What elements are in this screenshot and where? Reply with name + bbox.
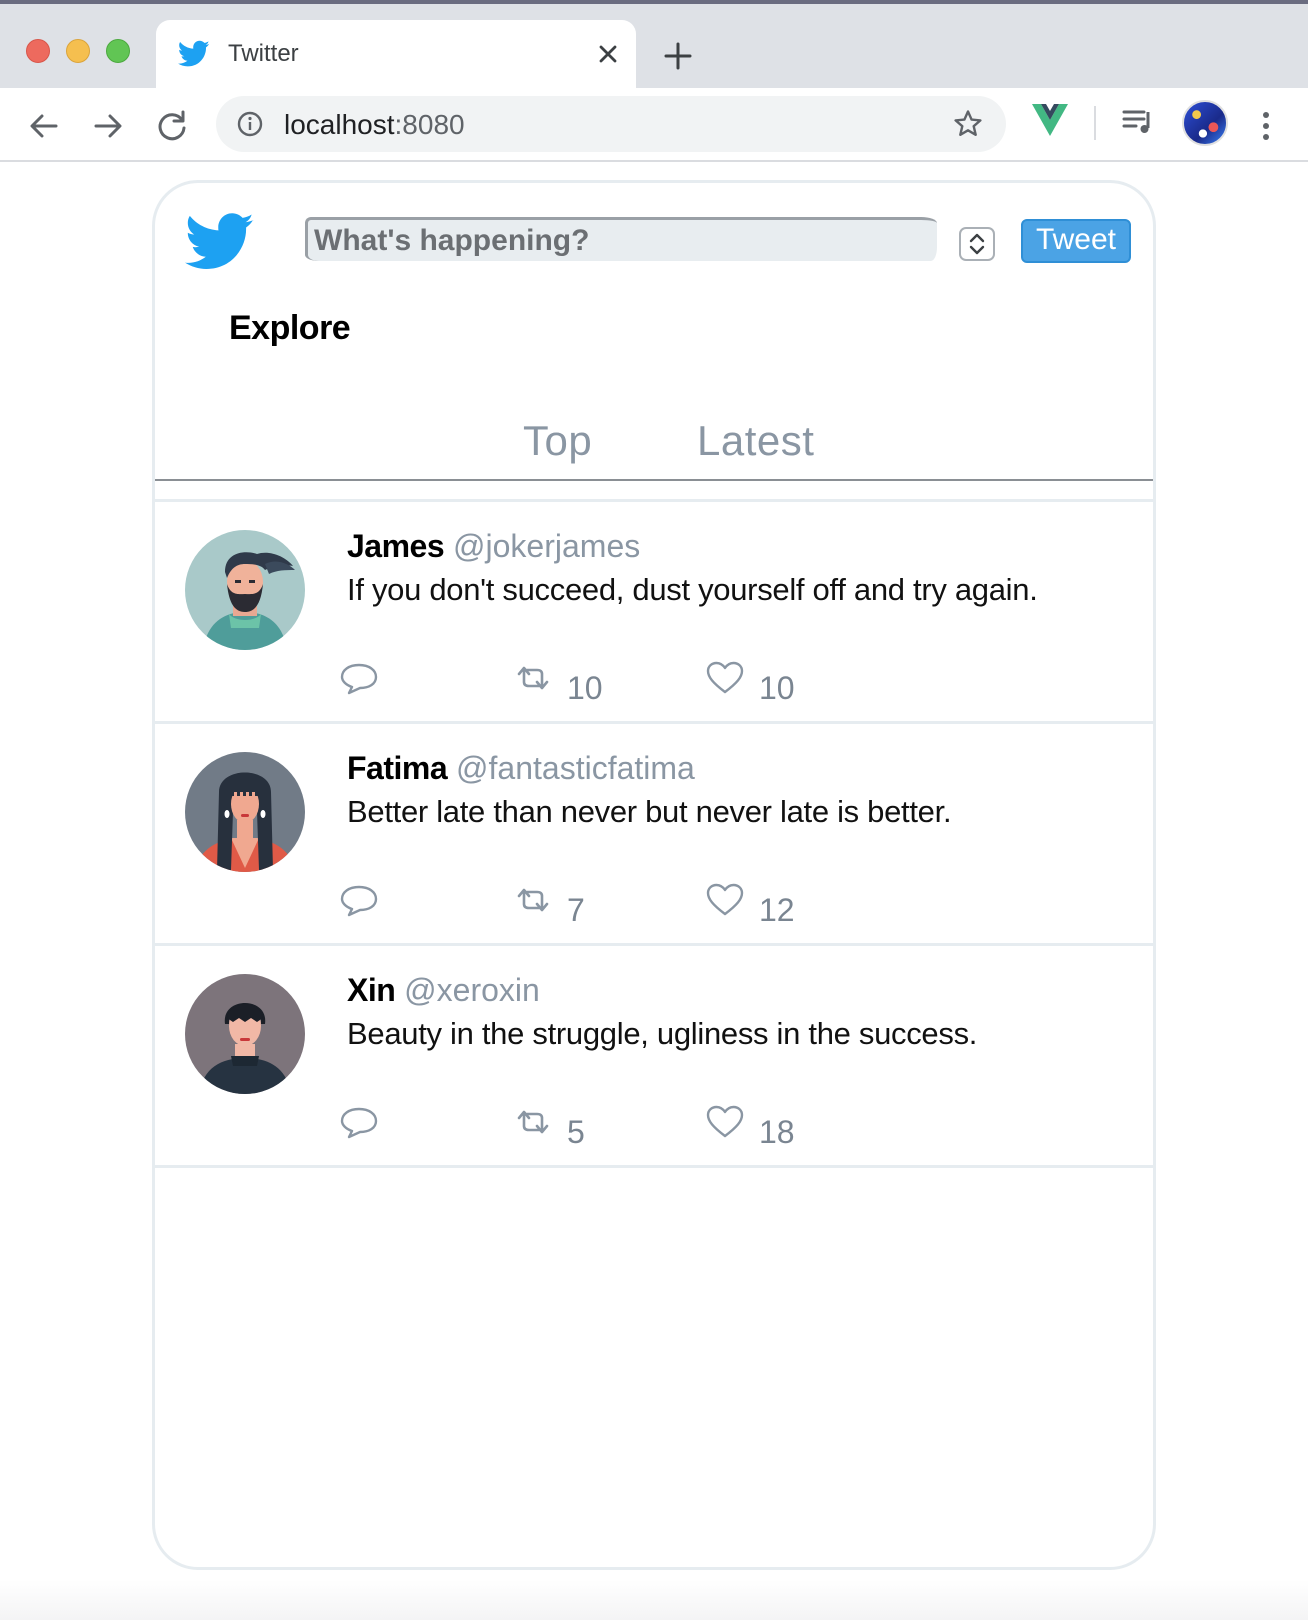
reply-icon[interactable] <box>339 882 379 918</box>
close-window-button[interactable] <box>26 39 50 63</box>
tweet-author-handle[interactable]: @jokerjames <box>453 528 640 564</box>
tweet-card[interactable]: James @jokerjames If you don't succeed, … <box>155 502 1153 724</box>
back-arrow-icon[interactable] <box>24 106 64 146</box>
tweet-author-handle[interactable]: @fantasticfatima <box>456 750 695 786</box>
forward-arrow-icon[interactable] <box>88 106 128 146</box>
info-icon[interactable] <box>236 110 264 138</box>
tweet-text: Beauty in the struggle, ugliness in the … <box>347 1016 978 1051</box>
browser-tab-strip: Twitter <box>0 4 1308 88</box>
twitter-bird-icon <box>178 40 210 67</box>
tweet-count-stepper[interactable] <box>959 227 995 261</box>
reply-icon[interactable] <box>339 660 379 696</box>
tweet-card[interactable]: Fatima @fantasticfatima Better late than… <box>155 724 1153 946</box>
like-heart-icon[interactable] <box>705 882 745 918</box>
retweet-icon[interactable] <box>513 1104 553 1140</box>
tab-top[interactable]: Top <box>523 417 592 465</box>
close-icon[interactable] <box>590 36 626 72</box>
tweet-button[interactable]: Tweet <box>1021 219 1131 263</box>
retweet-count: 7 <box>567 892 585 928</box>
plus-icon[interactable] <box>660 38 696 74</box>
url-text: localhost:8080 <box>284 109 465 141</box>
page-viewport: Tweet Explore Top Latest <box>0 162 1308 1620</box>
avatar-james-image <box>185 530 305 650</box>
vue-devtools-icon[interactable] <box>1030 102 1070 138</box>
twitter-bird-icon <box>185 213 254 269</box>
tweet-header: Fatima @fantasticfatima <box>347 750 695 787</box>
retweet-icon[interactable] <box>513 660 553 696</box>
profile-avatar[interactable] <box>1182 100 1228 146</box>
like-count: 10 <box>759 670 795 706</box>
tab-title: Twitter <box>228 40 299 67</box>
tweet-header: James @jokerjames <box>347 528 640 565</box>
page-title: Explore <box>229 309 351 347</box>
tweet-text: If you don't succeed, dust yourself off … <box>347 572 1038 607</box>
avatar-fatima-image <box>185 752 305 872</box>
maximize-window-button[interactable] <box>106 39 130 63</box>
like-count: 18 <box>759 1114 795 1150</box>
retweet-count: 5 <box>567 1114 585 1150</box>
media-queue-icon[interactable] <box>1120 104 1156 140</box>
reload-icon[interactable] <box>152 106 192 146</box>
address-bar[interactable]: localhost:8080 <box>216 96 1006 152</box>
tweet-text: Better late than never but never late is… <box>347 794 952 829</box>
url-port: :8080 <box>394 109 465 140</box>
reply-icon[interactable] <box>339 1104 379 1140</box>
tweet-author-name[interactable]: Xin <box>347 972 396 1008</box>
minimize-window-button[interactable] <box>66 39 90 63</box>
stepper-arrows-icon <box>969 233 985 255</box>
browser-tab-twitter[interactable]: Twitter <box>156 20 636 88</box>
tweet-card[interactable]: Xin @xeroxin Beauty in the struggle, ugl… <box>155 946 1153 1168</box>
url-host: localhost <box>284 109 395 140</box>
retweet-count: 10 <box>567 670 603 706</box>
browser-toolbar: localhost:8080 <box>0 88 1308 162</box>
like-heart-icon[interactable] <box>705 1104 745 1140</box>
star-icon[interactable] <box>952 108 984 140</box>
like-heart-icon[interactable] <box>705 660 745 696</box>
twitter-app-card: Tweet Explore Top Latest <box>152 180 1156 1570</box>
avatar[interactable] <box>185 530 305 650</box>
tweet-author-name[interactable]: Fatima <box>347 750 448 786</box>
kebab-menu-icon[interactable] <box>1254 106 1278 146</box>
toolbar-separator <box>1094 106 1096 140</box>
tweet-author-handle[interactable]: @xeroxin <box>404 972 540 1008</box>
feed-spacer <box>155 481 1153 502</box>
avatar[interactable] <box>185 974 305 1094</box>
tweet-author-name[interactable]: James <box>347 528 445 564</box>
avatar-xin-image <box>185 974 305 1094</box>
window-bottom-shadow <box>0 1580 1308 1620</box>
compose-tweet-input[interactable] <box>305 217 937 261</box>
avatar[interactable] <box>185 752 305 872</box>
retweet-icon[interactable] <box>513 882 553 918</box>
tweet-header: Xin @xeroxin <box>347 972 540 1009</box>
tab-latest[interactable]: Latest <box>697 417 814 465</box>
like-count: 12 <box>759 892 795 928</box>
